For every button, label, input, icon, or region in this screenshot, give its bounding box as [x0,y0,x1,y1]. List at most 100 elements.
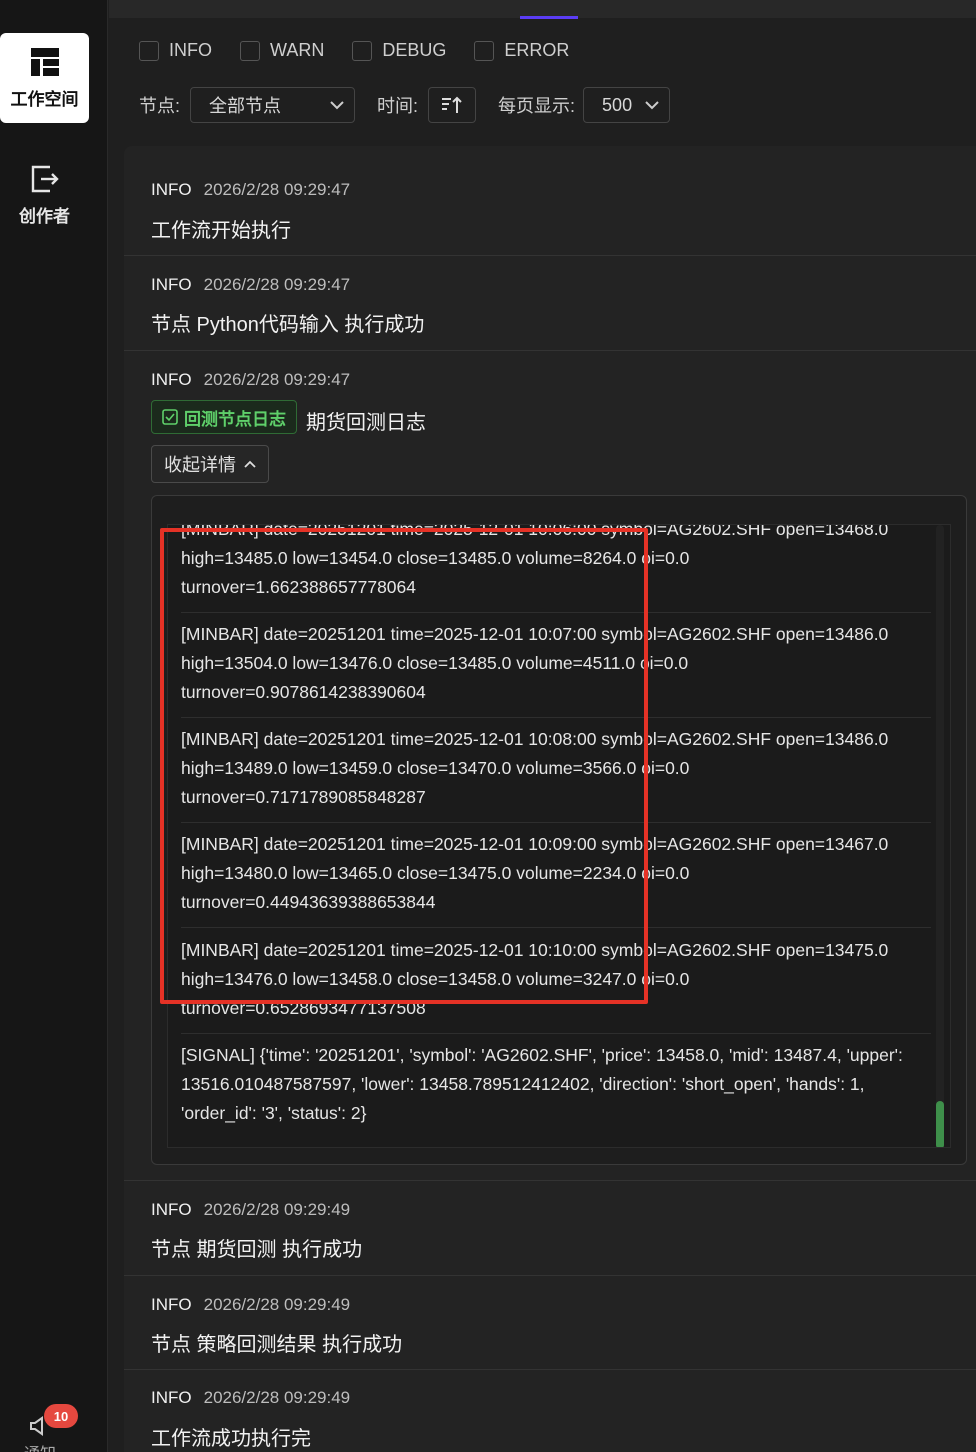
checkbox-box[interactable] [352,40,373,61]
log-timestamp: 2026/2/28 09:29:47 [203,180,351,199]
log-timestamp: 2026/2/28 09:29:49 [203,1388,351,1407]
checkbox-box[interactable] [474,40,495,61]
detail-text: [MINBAR] date=20251201 time=2025-12-01 1… [181,940,889,960]
log-details-box: [MINBAR] date=20251201 time=2025-12-01 1… [151,495,967,1165]
layout-icon [30,47,59,76]
log-message: 工作流成功执行完 [151,1428,311,1450]
log-level: INFO [151,370,192,389]
checkbox-box[interactable] [240,40,260,61]
detail-line: [MINBAR] date=20251201 time=2025-12-01 1… [181,725,931,823]
log-timestamp: 2026/2/28 09:29:47 [203,370,351,389]
sidebar: 工作空间 创作者 10 通知 [0,0,108,1452]
log-message: 节点 策略回测结果 执行成功 [151,1334,403,1356]
checkbox-label: INFO [169,40,212,60]
checkbox-label: DEBUG [382,40,447,60]
log-message: 期货回测日志 [306,412,426,434]
log-message: 节点 Python代码输入 执行成功 [151,314,425,336]
detail-text: 'order_id': '3', 'status': 2} [181,1103,367,1123]
detail-text: high=13489.0 low=13459.0 close=13470.0 v… [181,758,690,778]
collapse-label: 收起详情 [164,455,236,475]
log-meta: INFO 2026/2/28 09:29:47 [151,370,350,390]
sidebar-item-workspace[interactable]: 工作空间 [0,33,89,123]
node-select-value: 全部节点 [209,96,282,116]
log-panel: INFO 2026/2/28 09:29:47 工作流开始执行 INFO 2026/… [124,146,976,1452]
detail-line: [MINBAR] date=20251201 time=2025-12-01 1… [181,936,931,1034]
log-entry: INFO 2026/2/28 09:29:49 节点 策略回测结果 执行成功 [124,1276,976,1370]
detail-line: [SIGNAL] {'time': '20251201', 'symbol': … [181,1041,931,1128]
detail-line: [MINBAR] date=20251201 time=2025-12-01 1… [181,830,931,928]
detail-text: 13516.010487587597, 'lower': 13458.78951… [181,1074,865,1094]
detail-text: high=13476.0 low=13458.0 close=13458.0 v… [181,969,690,989]
detail-line: [MINBAR] date=20251201 time=2025-12-01 1… [181,620,931,718]
node-select[interactable]: 全部节点 [190,87,356,123]
checkbox-label: ERROR [504,40,570,60]
sidebar-item-label: 创作者 [19,206,70,226]
filter-info-checkbox[interactable]: INFO [139,40,212,61]
detail-text: turnover=0.9078614238390604 [181,682,426,702]
page-size-select[interactable]: 500 [583,87,671,123]
chevron-down-icon [645,101,659,110]
log-timestamp: 2026/2/28 09:29:49 [203,1295,351,1314]
log-entry: INFO 2026/2/28 09:29:49 工作流成功执行完 [124,1370,976,1452]
scrollbar-thumb[interactable] [936,1101,944,1147]
log-message: 工作流开始执行 [151,220,291,242]
log-meta: INFO 2026/2/28 09:29:49 [151,1200,350,1220]
exit-icon [31,165,59,192]
log-controls: 节点: 全部节点 时间: 每页显示: 500 [139,87,671,123]
detail-text: [SIGNAL] {'time': '20251201', 'symbol': … [181,1045,903,1065]
filter-error-checkbox[interactable]: ERROR [474,40,569,61]
sort-ascending-icon [442,96,462,113]
log-timestamp: 2026/2/28 09:29:47 [203,275,351,294]
detail-text: [MINBAR] date=20251201 time=2025-12-01 1… [181,729,889,749]
log-level: INFO [151,1388,192,1407]
log-entry: INFO 2026/2/28 09:29:47 工作流开始执行 [124,146,976,256]
active-tab-indicator [520,16,578,19]
log-meta: INFO 2026/2/28 09:29:47 [151,275,350,295]
detail-line: [MINBAR] date=20251201 time=2025-12-01 1… [181,524,931,613]
node-label: 节点: [139,96,181,116]
detail-text: high=13480.0 low=13465.0 close=13475.0 v… [181,863,690,883]
log-level: INFO [151,180,192,199]
detail-text: turnover=0.44943639388653844 [181,892,436,912]
page-size-label: 每页显示: [498,96,576,116]
log-meta: INFO 2026/2/28 09:29:49 [151,1388,350,1408]
detail-text: high=13485.0 low=13454.0 close=13485.0 v… [181,548,690,568]
level-filters: INFO WARN DEBUG ERROR [139,40,569,61]
tag-label: 回测节点日志 [184,409,286,429]
scrollbar-track[interactable] [936,525,944,1147]
notification-count-badge: 10 [44,1404,78,1428]
detail-text: turnover=1.662388657778064 [181,577,417,597]
sidebar-item-creator[interactable]: 创作者 [0,150,89,240]
detail-text: [MINBAR] date=20251201 time=2025-12-01 1… [181,834,889,854]
checkbox-label: WARN [270,40,325,60]
log-meta: INFO 2026/2/28 09:29:47 [151,180,350,200]
notification-label: 通知 [24,1440,56,1452]
detail-text: [MINBAR] date=20251201 time=2025-12-01 1… [181,624,889,644]
collapse-details-button[interactable]: 收起详情 [151,445,269,483]
time-sort-button[interactable] [428,87,477,123]
check-square-icon [162,409,178,425]
checkbox-box[interactable] [139,40,159,61]
node-log-tag: 回测节点日志 [151,400,297,434]
detail-text: high=13504.0 low=13476.0 close=13485.0 v… [181,653,689,673]
time-label: 时间: [377,96,419,116]
filter-debug-checkbox[interactable]: DEBUG [352,40,446,61]
detail-text: [MINBAR] date=20251201 time=2025-12-01 1… [181,524,889,539]
detail-text: turnover=0.6528693477137508 [181,998,426,1018]
notification-button[interactable]: 10 通知 [24,1404,78,1452]
chevron-down-icon [330,101,344,110]
log-details-scroll[interactable]: [MINBAR] date=20251201 time=2025-12-01 1… [167,524,951,1148]
log-level: INFO [151,1295,192,1314]
sidebar-item-label: 工作空间 [10,89,79,109]
page-size-value: 500 [602,94,633,115]
log-entry: INFO 2026/2/28 09:29:49 节点 期货回测 执行成功 [124,1181,976,1276]
log-message: 节点 期货回测 执行成功 [151,1239,363,1261]
log-timestamp: 2026/2/28 09:29:49 [203,1200,351,1219]
log-meta: INFO 2026/2/28 09:29:49 [151,1295,350,1315]
chevron-up-icon [244,460,256,468]
detail-text: turnover=0.7171789085848287 [181,787,426,807]
filter-warn-checkbox[interactable]: WARN [240,40,324,61]
log-level: INFO [151,275,192,294]
log-entry: INFO 2026/2/28 09:29:47 节点 Python代码输入 执行成… [124,256,976,351]
log-level: INFO [151,1200,192,1219]
